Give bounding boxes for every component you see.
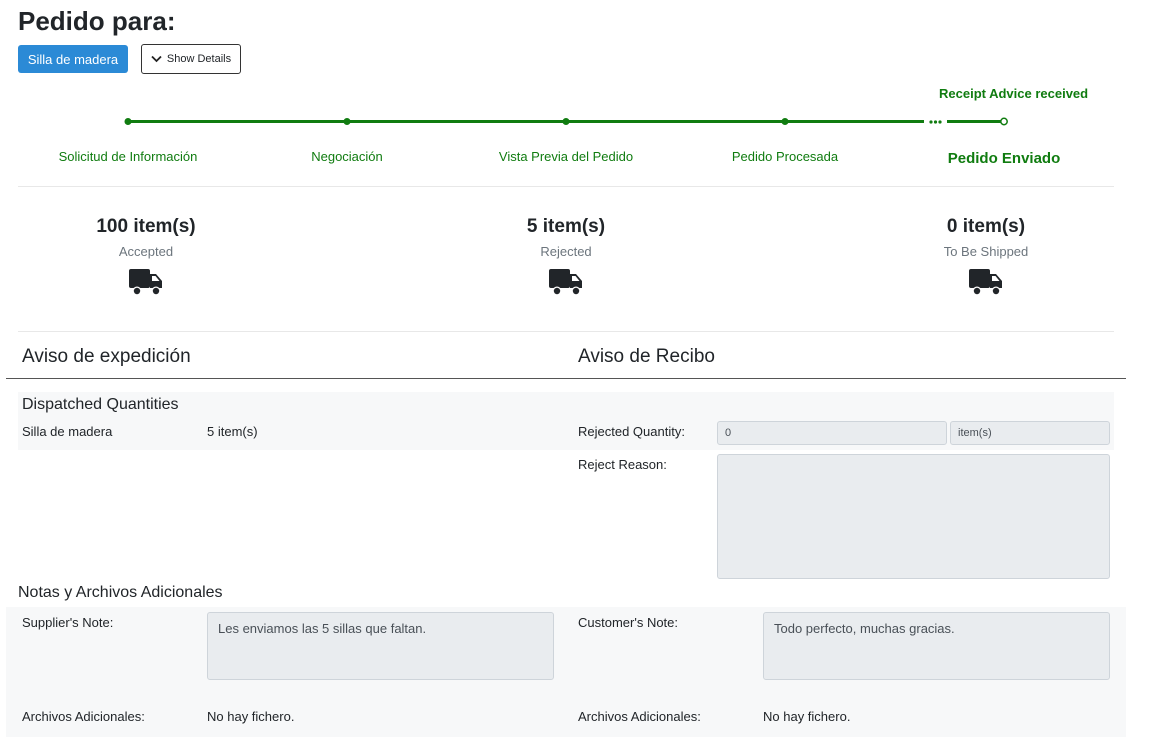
truck-icon: [969, 269, 1002, 296]
step-label-4: Pedido Procesada: [731, 149, 839, 164]
show-details-button[interactable]: Show Details: [141, 44, 241, 74]
dispatched-quantities-title: Dispatched Quantities: [22, 396, 179, 413]
customer-files-label: Archivos Adicionales:: [578, 709, 701, 724]
order-progress-tracker: [124, 117, 1008, 126]
stat-to-be-shipped: 0 item(s) To Be Shipped: [886, 216, 1086, 302]
dispatched-item-qty: 5 item(s): [207, 424, 258, 439]
more-dots-icon: [929, 120, 942, 124]
truck-icon: [129, 269, 162, 296]
supplier-note-label: Supplier's Note:: [22, 615, 114, 630]
rejected-quantity-label: Rejected Quantity:: [578, 424, 685, 439]
step-label-1: Solicitud de Información: [58, 149, 198, 164]
step-label-2: Negociación: [311, 149, 383, 164]
stat-label: Accepted: [118, 244, 174, 259]
supplier-note-textarea[interactable]: Les enviamos las 5 sillas que faltan.: [207, 612, 554, 680]
stat-count: 0 item(s): [946, 216, 1026, 237]
customer-note-label: Customer's Note:: [578, 615, 679, 630]
stat-label: Rejected: [540, 244, 592, 259]
customer-note-textarea[interactable]: Todo perfecto, muchas gracias.: [763, 612, 1110, 680]
notes-files-title: Notas y Archivos Adicionales: [18, 584, 223, 601]
truck-icon: [549, 269, 582, 296]
product-button[interactable]: Silla de madera: [18, 45, 128, 73]
stat-rejected: 5 item(s) Rejected: [466, 216, 666, 302]
divider: [18, 186, 1114, 187]
step-dot-2: [343, 118, 351, 125]
divider: [18, 331, 1114, 332]
step-dot-current: [1000, 117, 1008, 126]
section-divider: [6, 378, 1126, 379]
show-details-label: Show Details: [166, 53, 232, 65]
step-dot-3: [562, 118, 570, 125]
reject-reason-textarea[interactable]: [717, 454, 1110, 579]
page-title: Pedido para:: [18, 6, 176, 36]
stat-label: To Be Shipped: [943, 244, 1029, 259]
chevron-down-icon: [151, 55, 162, 63]
reject-reason-label: Reject Reason:: [578, 457, 667, 472]
stat-count: 5 item(s): [526, 216, 606, 237]
supplier-files-value: No hay fichero.: [207, 709, 295, 724]
dispatch-advice-title: Aviso de expedición: [22, 346, 191, 367]
customer-files-value: No hay fichero.: [763, 709, 851, 724]
dispatched-item-name: Silla de madera: [22, 424, 113, 439]
step-dot-1: [124, 118, 132, 125]
step-dot-4: [781, 118, 789, 125]
stat-accepted: 100 item(s) Accepted: [46, 216, 246, 302]
step-label-current: Pedido Enviado: [947, 150, 1061, 167]
receipt-advice-title: Aviso de Recibo: [578, 346, 715, 367]
rejected-quantity-input[interactable]: 0: [717, 421, 947, 445]
supplier-files-label: Archivos Adicionales:: [22, 709, 145, 724]
step-label-3: Vista Previa del Pedido: [498, 149, 634, 164]
rejected-quantity-unit[interactable]: item(s): [950, 421, 1110, 445]
stat-count: 100 item(s): [96, 216, 196, 237]
